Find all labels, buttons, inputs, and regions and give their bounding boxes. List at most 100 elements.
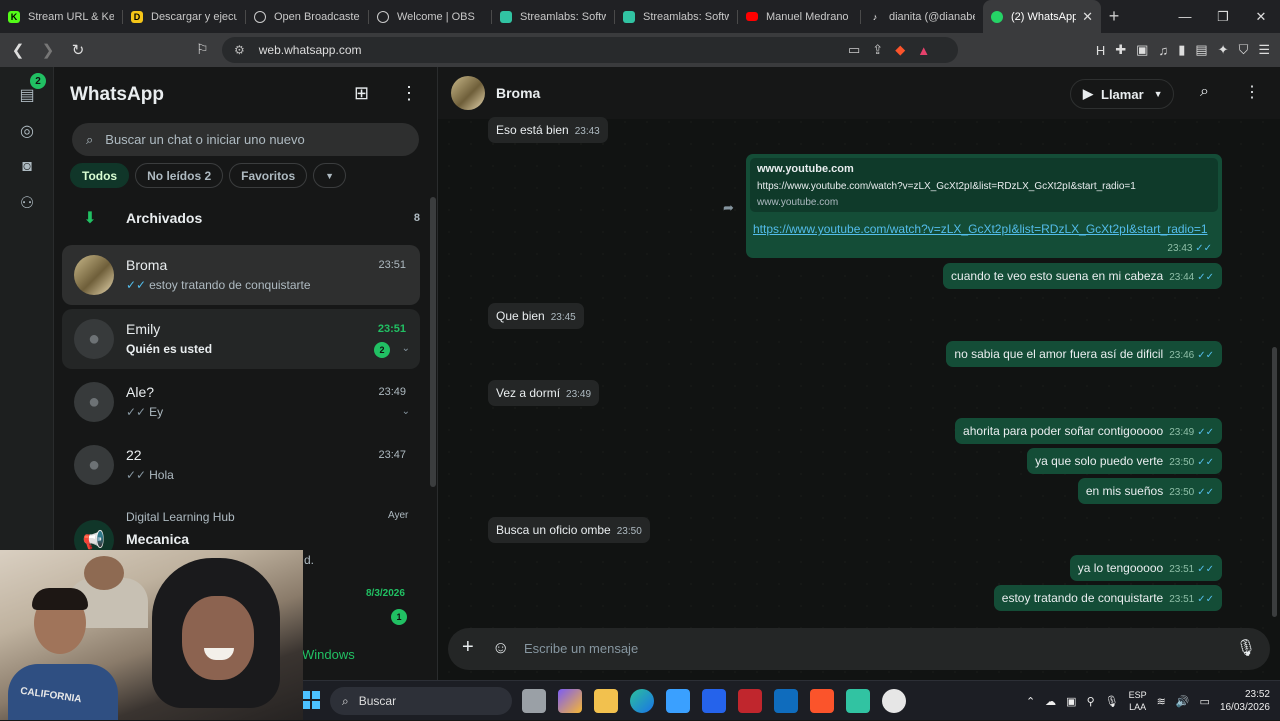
tab-welcome-obs[interactable]: Welcome | OBS: [369, 0, 491, 33]
tab-descargar[interactable]: D Descargar y ejecut: [123, 0, 245, 33]
puzzle-icon[interactable]: ✚: [1115, 42, 1126, 58]
jarvis-icon[interactable]: [702, 689, 726, 713]
communities-icon[interactable]: ⚇: [15, 191, 39, 215]
obs-icon[interactable]: [882, 689, 906, 713]
close-tab-icon[interactable]: ✕: [1082, 9, 1093, 25]
brave-icon[interactable]: [810, 689, 834, 713]
call-button[interactable]: ▶ Llamar ▼: [1070, 79, 1174, 109]
chat-item-emily[interactable]: ● Emily 23:51 Quién es usted 2 ⌄: [62, 309, 420, 369]
call-label: Llamar: [1101, 86, 1144, 102]
screenshot-icon[interactable]: ▣: [1136, 42, 1148, 58]
taskbar-search[interactable]: ⌕ Buscar: [330, 687, 512, 715]
tab-streamlabs-1[interactable]: Streamlabs: Softw: [492, 0, 614, 33]
message-out: ahorita para poder soñar contigooooo 23:4…: [955, 418, 1222, 444]
link-preview[interactable]: www.youtube.com https://www.youtube.com/…: [750, 158, 1218, 212]
menu-icon[interactable]: ☰: [1258, 42, 1270, 58]
wallet-icon[interactable]: ▤: [1195, 42, 1207, 58]
bookmark-icon[interactable]: ⚐: [196, 41, 209, 58]
file-explorer-icon[interactable]: [594, 689, 618, 713]
menu-dots-icon[interactable]: ⋮: [400, 83, 418, 104]
tab-streamlabs-2[interactable]: Streamlabs: Softw: [615, 0, 737, 33]
search-placeholder: Buscar un chat o iniciar uno nuevo: [105, 132, 305, 147]
input-language[interactable]: ESP LAA: [1129, 689, 1147, 713]
community-group-title[interactable]: Mecanica: [126, 531, 189, 547]
battery-icon[interactable]: ▭: [1200, 695, 1210, 708]
sidebar-icon[interactable]: ▮: [1178, 42, 1185, 58]
streamlabs-icon[interactable]: [846, 689, 870, 713]
close-window-icon[interactable]: ✕: [1242, 0, 1280, 33]
read-receipt-icon: ✓✓: [1197, 487, 1214, 498]
windows-start-icon[interactable]: [302, 691, 320, 709]
brave-shield-icon[interactable]: ◆: [895, 42, 905, 58]
copilot-icon[interactable]: [558, 689, 582, 713]
cast-icon[interactable]: ▭: [848, 42, 860, 58]
maximize-icon[interactable]: ❐: [1204, 0, 1242, 33]
archived-row[interactable]: ⬇ Archivados 8: [70, 205, 420, 231]
chat-time: 23:47: [378, 449, 406, 461]
back-icon[interactable]: ❮: [6, 41, 30, 59]
tab-stream-url[interactable]: K Stream URL & Key: [0, 0, 122, 33]
minimize-icon[interactable]: —: [1166, 0, 1204, 33]
emoji-icon[interactable]: ☺: [492, 638, 509, 658]
contact-avatar[interactable]: [451, 76, 485, 110]
app-tray-icon[interactable]: ▣: [1066, 695, 1076, 708]
chat-item-22[interactable]: ● 22 23:47 ✓✓ Hola: [62, 435, 420, 495]
search-icon[interactable]: ⌕: [1200, 83, 1209, 101]
tab-whatsapp[interactable]: (2) WhatsApp ✕: [983, 0, 1101, 33]
url-text: web.whatsapp.com: [258, 43, 362, 57]
brave-rewards-icon[interactable]: ▲: [917, 43, 930, 58]
wifi-icon[interactable]: ≋: [1157, 695, 1166, 708]
message-composer[interactable]: + ☺ Escribe un mensaje 🎙: [448, 628, 1270, 670]
task-view-icon[interactable]: [522, 689, 546, 713]
chat-item-broma[interactable]: Broma 23:51 ✓✓ estoy tratando de conquist…: [62, 245, 420, 305]
site-settings-icon[interactable]: ⚙: [234, 43, 245, 57]
menu-dots-icon[interactable]: ⋮: [1244, 82, 1260, 102]
message-link[interactable]: https://www.youtube.com/watch?v=zLX_GcXt…: [753, 222, 1208, 236]
vpn-icon[interactable]: ⛉: [1239, 42, 1249, 58]
reload-icon[interactable]: ↻: [66, 41, 90, 59]
extension-h-icon[interactable]: H: [1096, 43, 1105, 58]
microphone-icon[interactable]: 🎙: [1236, 638, 1256, 658]
chevron-down-icon[interactable]: ⌄: [402, 406, 410, 417]
chat-item-ale[interactable]: ● Ale? 23:49 ✓✓ Ey ⌄: [62, 372, 420, 432]
read-receipt-icon: ✓✓: [1197, 350, 1214, 361]
attach-icon[interactable]: +: [462, 636, 474, 659]
status-icon[interactable]: ◎: [15, 119, 39, 143]
cloud-icon[interactable]: ☁: [1045, 695, 1056, 708]
volume-icon[interactable]: 🔊: [1176, 695, 1190, 708]
filter-favorites[interactable]: Favoritos: [229, 163, 308, 188]
message-input[interactable]: Escribe un mensaje: [524, 641, 638, 656]
double-check-icon: ✓✓: [126, 278, 147, 292]
filter-all[interactable]: Todos: [70, 163, 130, 188]
tab-open-broadcaster[interactable]: Open Broadcaster: [246, 0, 368, 33]
search-input[interactable]: ⌕ Buscar un chat o iniciar uno nuevo: [72, 123, 419, 156]
usb-icon[interactable]: ⚲: [1087, 695, 1095, 708]
new-chat-icon[interactable]: ⊞: [354, 83, 369, 104]
chevron-up-icon[interactable]: ⌃: [1026, 695, 1035, 708]
sidebar-scrollbar[interactable]: [430, 197, 436, 487]
edge-icon[interactable]: [630, 689, 654, 713]
microphone-icon[interactable]: 🎙: [1105, 695, 1119, 708]
tab-youtube[interactable]: Manuel Medrano: [738, 0, 860, 33]
music-icon[interactable]: ♫: [1158, 43, 1168, 58]
filter-unread[interactable]: No leídos 2: [135, 163, 224, 188]
outlook-icon[interactable]: [774, 689, 798, 713]
shield-app-icon[interactable]: [738, 689, 762, 713]
share-icon[interactable]: ⇪: [872, 42, 883, 58]
leo-icon[interactable]: ✦: [1218, 42, 1229, 58]
conversation-header[interactable]: Broma ▶ Llamar ▼ ⌕ ⋮: [438, 67, 1280, 119]
system-clock[interactable]: 23:52 16/03/2026: [1220, 688, 1270, 714]
community-preview-fragment: d.: [304, 553, 315, 567]
channels-icon[interactable]: ◙: [15, 155, 39, 179]
chevron-down-icon[interactable]: ⌄: [402, 343, 410, 354]
messages-scrollbar[interactable]: [1272, 347, 1277, 617]
forward-icon[interactable]: ❯: [36, 41, 60, 59]
new-tab-button[interactable]: +: [1101, 6, 1127, 27]
message-out: cuando te veo esto suena en mi cabeza 23:…: [943, 263, 1222, 289]
filter-more-dropdown[interactable]: ▼: [313, 163, 347, 188]
filter-chips: Todos No leídos 2 Favoritos ▼: [70, 163, 347, 188]
store-icon[interactable]: [666, 689, 690, 713]
forward-icon[interactable]: ➦: [723, 200, 734, 216]
contact-name[interactable]: Broma: [496, 85, 540, 101]
tab-tiktok[interactable]: ♪ dianita (@dianabe: [861, 0, 983, 33]
